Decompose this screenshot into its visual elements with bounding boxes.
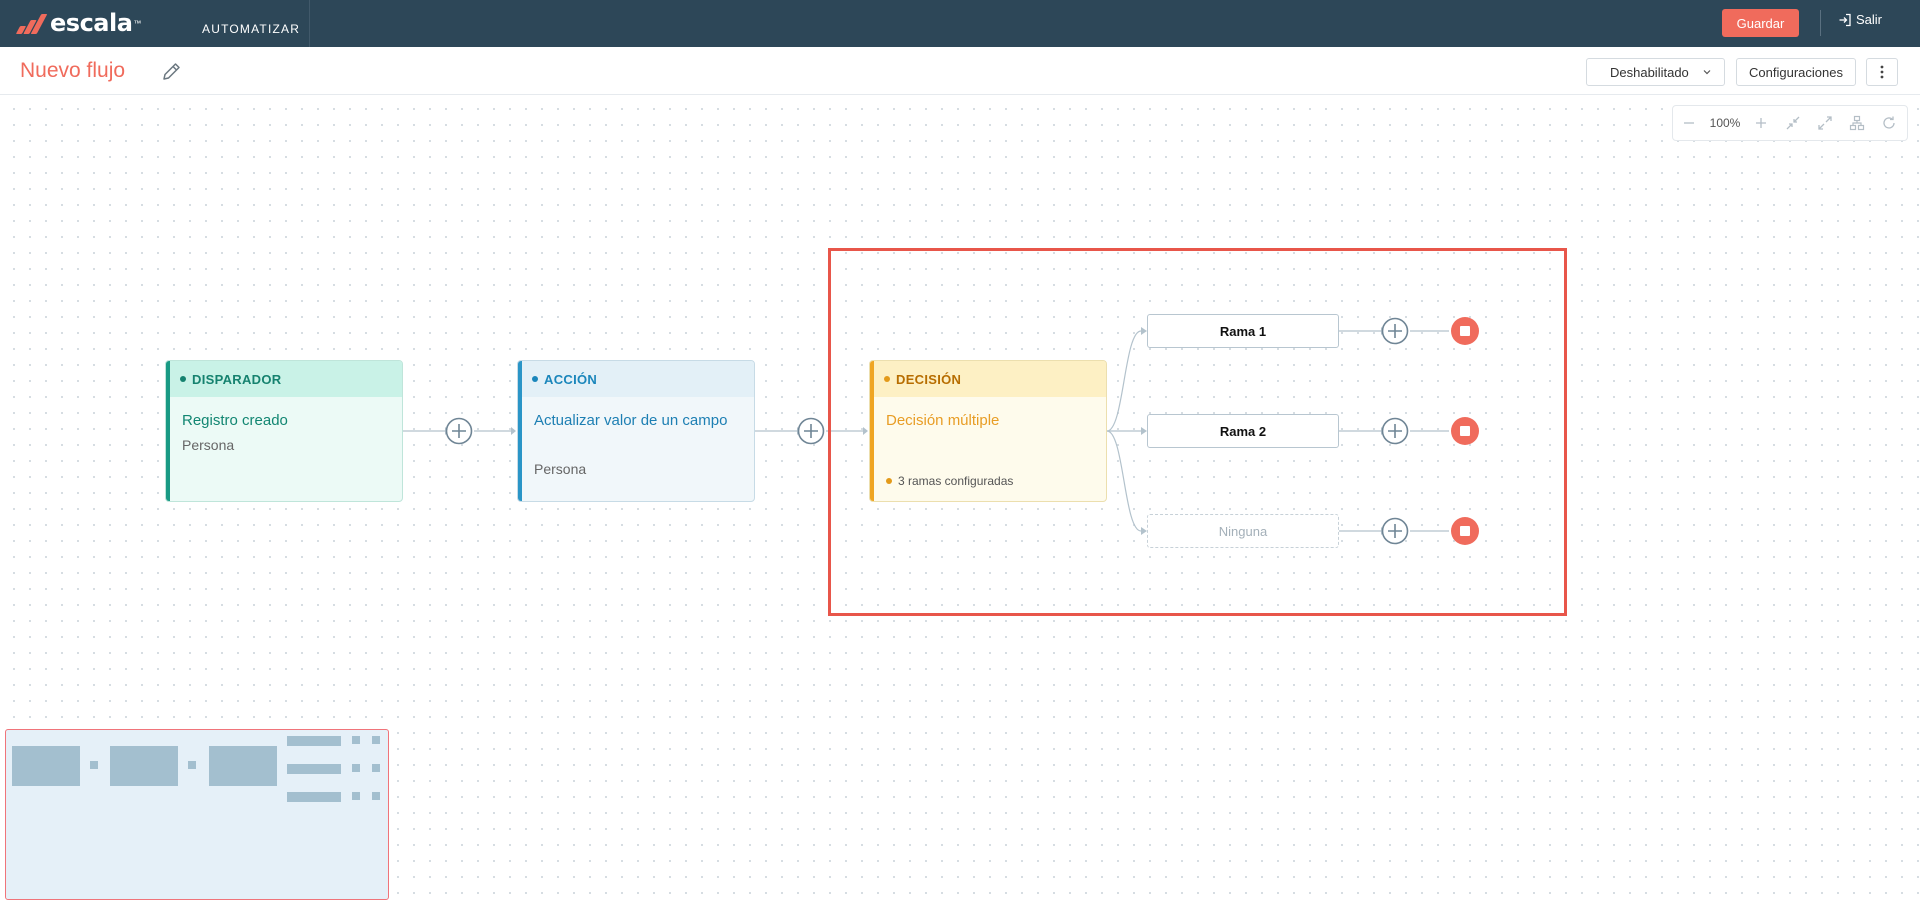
chevron-down-icon [1703, 70, 1711, 75]
module-label[interactable]: AUTOMATIZAR [202, 22, 300, 36]
edit-icon[interactable] [160, 61, 182, 83]
node-header: DECISIÓN [874, 361, 1106, 397]
flow-header: Nuevo flujo Deshabilitado Configuracione… [0, 47, 1920, 95]
minimap[interactable] [5, 729, 389, 900]
settings-button[interactable]: Configuraciones [1736, 58, 1856, 86]
page-title: Nuevo flujo [20, 59, 126, 82]
minimap-trigger-node [12, 746, 80, 786]
add-step-icon[interactable] [797, 417, 825, 445]
action-node[interactable]: ACCIÓN Actualizar valor de un campo Pers… [517, 360, 755, 502]
minimap-branch [287, 736, 341, 746]
minimap-branch [287, 764, 341, 774]
minimap-add-step [352, 792, 360, 800]
branch-count: 3 ramas configuradas [886, 474, 1013, 488]
exit-button[interactable]: Salir [1838, 12, 1882, 27]
save-button[interactable]: Guardar [1722, 9, 1799, 37]
more-options-button[interactable] [1866, 58, 1898, 86]
node-type-dot [884, 376, 890, 382]
node-subtitle: Persona [182, 437, 235, 453]
node-header: ACCIÓN [522, 361, 754, 397]
add-step-icon[interactable] [1381, 517, 1409, 545]
node-type-label: DECISIÓN [896, 371, 962, 387]
top-navigation-bar: escala ™ AUTOMATIZAR Guardar Salir [0, 0, 1920, 47]
minimap-end [372, 764, 380, 772]
node-type-dot [532, 376, 538, 382]
minimap-add-step [90, 761, 98, 769]
branch-rama-2[interactable]: Rama 2 [1147, 414, 1339, 448]
topbar-divider [309, 0, 310, 47]
node-type-label: DISPARADOR [192, 371, 282, 387]
branch-count-dot [886, 478, 892, 484]
node-subtitle: Persona [534, 461, 587, 477]
minimap-end [372, 792, 380, 800]
node-title: Registro creado [182, 412, 288, 429]
minimap-end [372, 736, 380, 744]
minimap-decision-node [209, 746, 277, 786]
minimap-branch [287, 792, 341, 802]
trigger-node[interactable]: DISPARADOR Registro creado Persona [165, 360, 403, 502]
logo-text: escala [50, 9, 133, 37]
decision-node[interactable]: DECISIÓN Decisión múltiple 3 ramas confi… [869, 360, 1107, 502]
exit-label: Salir [1856, 12, 1883, 27]
exit-icon [1839, 13, 1851, 26]
add-step-icon[interactable] [1381, 417, 1409, 445]
logo-trademark: ™ [133, 18, 142, 28]
branch-rama-1[interactable]: Rama 1 [1147, 314, 1339, 348]
node-type-dot [180, 376, 186, 382]
branch-ninguna[interactable]: Ninguna [1147, 514, 1339, 548]
node-title: Decisión múltiple [886, 412, 1000, 429]
branch-count-label: 3 ramas configuradas [898, 474, 1014, 488]
app-logo[interactable]: escala ™ [14, 9, 141, 37]
status-select[interactable]: Deshabilitado [1586, 58, 1725, 86]
more-vertical-icon [1880, 65, 1884, 79]
arrowhead [511, 427, 516, 435]
end-flow-icon[interactable] [1451, 517, 1479, 545]
minimap-add-step [352, 764, 360, 772]
node-header: DISPARADOR [170, 361, 402, 397]
add-step-icon[interactable] [1381, 317, 1409, 345]
add-step-icon[interactable] [445, 417, 473, 445]
logo-icon [14, 10, 48, 36]
minimap-add-step [188, 761, 196, 769]
flow-canvas[interactable]: 100% DISPARADOR Registro creado Persona … [0, 95, 1920, 905]
minimap-action-node [110, 746, 178, 786]
end-flow-icon[interactable] [1451, 417, 1479, 445]
status-select-value: Deshabilitado [1610, 64, 1689, 80]
node-type-label: ACCIÓN [544, 371, 598, 387]
minimap-add-step [352, 736, 360, 744]
node-title: Actualizar valor de un campo [534, 412, 728, 429]
topbar-divider-right [1820, 10, 1821, 36]
end-flow-icon[interactable] [1451, 317, 1479, 345]
